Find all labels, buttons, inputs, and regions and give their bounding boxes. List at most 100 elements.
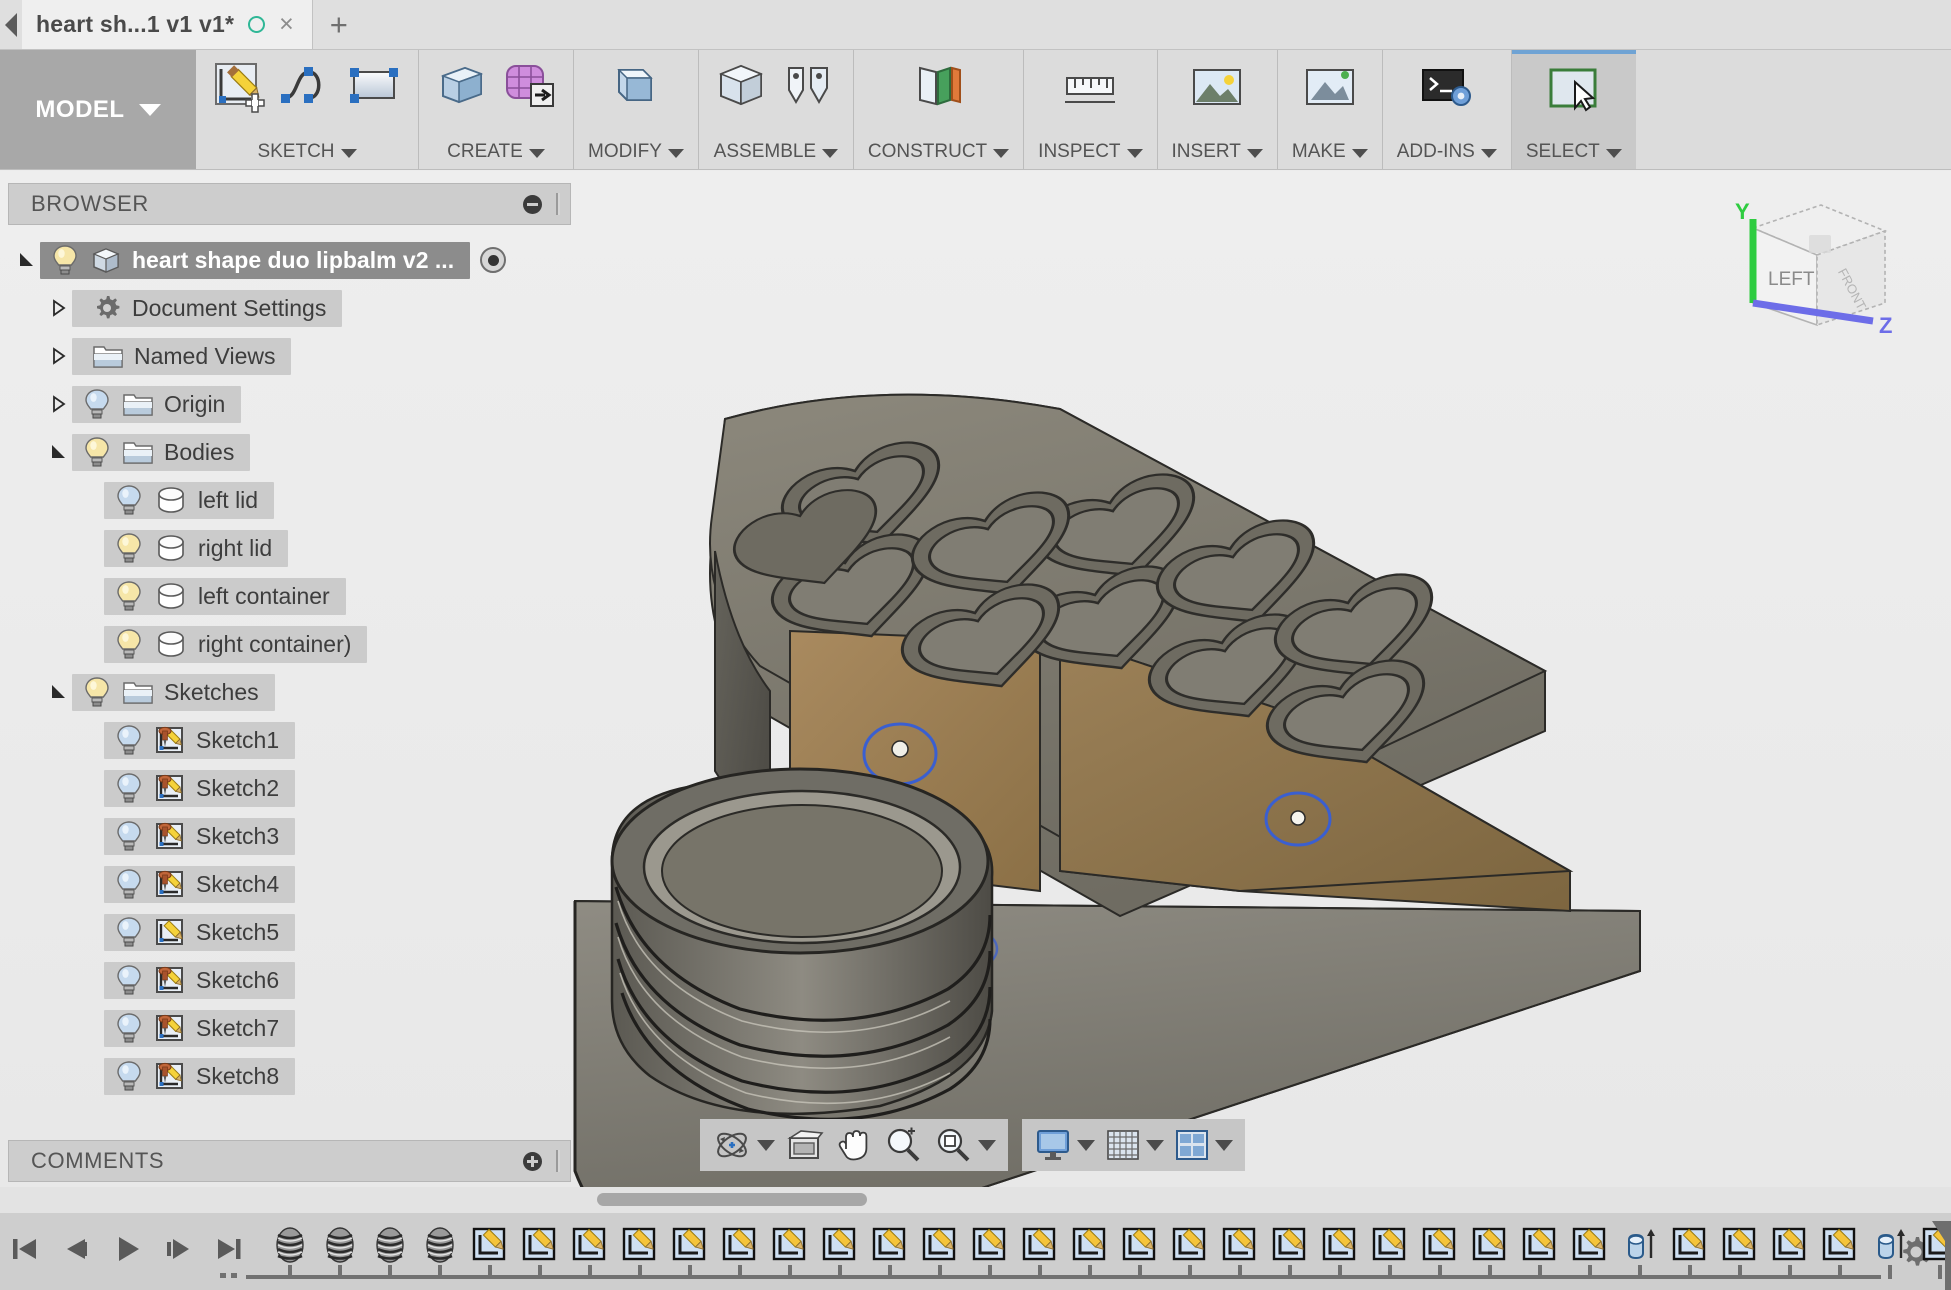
tree-expander-expanded-icon[interactable] bbox=[14, 250, 40, 270]
ribbon-label-insert[interactable]: INSERT bbox=[1158, 139, 1277, 165]
chevron-down-icon[interactable] bbox=[1215, 1139, 1233, 1151]
tree-item-sketch4[interactable]: Sketch4 bbox=[104, 865, 296, 903]
visibility-bulb-icon[interactable] bbox=[114, 580, 144, 612]
go-to-beginning-icon[interactable] bbox=[8, 1232, 42, 1271]
timeline-feature-sketch[interactable] bbox=[1118, 1223, 1161, 1267]
play-icon[interactable] bbox=[110, 1232, 144, 1271]
ribbon-label-assemble[interactable]: ASSEMBLE bbox=[699, 139, 853, 165]
new-tab-button[interactable]: + bbox=[313, 0, 365, 49]
tree-item-origin[interactable]: Origin bbox=[72, 385, 242, 423]
pan-icon[interactable] bbox=[835, 1125, 873, 1165]
press-pull-icon[interactable] bbox=[605, 56, 667, 118]
timeline-feature-sketch[interactable] bbox=[1468, 1223, 1511, 1267]
chevron-down-icon[interactable] bbox=[1146, 1139, 1164, 1151]
tree-row[interactable]: Sketch1 bbox=[8, 716, 571, 764]
tree-row[interactable]: Sketch8 bbox=[8, 1052, 571, 1100]
timeline-feature-extrude[interactable] bbox=[1618, 1223, 1661, 1267]
active-component-radio[interactable] bbox=[480, 247, 507, 273]
spline-icon[interactable] bbox=[276, 56, 338, 118]
timeline-feature-sketch[interactable] bbox=[1268, 1223, 1311, 1267]
chevron-down-icon[interactable] bbox=[978, 1139, 996, 1151]
visibility-bulb-icon[interactable] bbox=[114, 772, 144, 804]
ribbon-label-select[interactable]: SELECT bbox=[1512, 139, 1636, 165]
offset-plane-icon[interactable] bbox=[908, 56, 970, 118]
timeline-feature-sketch[interactable] bbox=[968, 1223, 1011, 1267]
new-component-icon[interactable] bbox=[711, 56, 773, 118]
tree-item-bodies[interactable]: Bodies bbox=[72, 433, 251, 471]
tree-item-left-container[interactable]: left container bbox=[104, 577, 346, 615]
panel-resize-grip[interactable] bbox=[556, 193, 560, 215]
timeline-feature-sketch[interactable] bbox=[1168, 1223, 1211, 1267]
tree-item-sketch3[interactable]: Sketch3 bbox=[104, 817, 296, 855]
timeline-feature-sketch[interactable] bbox=[568, 1223, 611, 1267]
visibility-bulb-icon[interactable] bbox=[82, 436, 112, 468]
tree-row[interactable]: Origin bbox=[8, 380, 571, 428]
timeline-feature-coil[interactable] bbox=[268, 1223, 311, 1267]
grid-snap-icon[interactable] bbox=[1105, 1128, 1164, 1162]
document-tab[interactable]: heart sh...1 v1 v1* × bbox=[22, 0, 313, 49]
timeline-feature-sketch[interactable] bbox=[1418, 1223, 1461, 1267]
tree-item-sketch7[interactable]: Sketch7 bbox=[104, 1009, 296, 1047]
ribbon-label-construct[interactable]: CONSTRUCT bbox=[854, 139, 1023, 165]
extrude-icon[interactable] bbox=[431, 56, 493, 118]
tree-row[interactable]: left container bbox=[8, 572, 571, 620]
tree-item-right-lid[interactable]: right lid bbox=[104, 529, 289, 567]
timeline-feature-sketch[interactable] bbox=[868, 1223, 911, 1267]
tree-row[interactable]: right container) bbox=[8, 620, 571, 668]
tree-row[interactable]: right lid bbox=[8, 524, 571, 572]
view-cube[interactable]: LEFT FRONT Y Z bbox=[1713, 193, 1913, 353]
tree-row[interactable]: Bodies bbox=[8, 428, 571, 476]
visibility-bulb-icon[interactable] bbox=[82, 388, 112, 420]
timeline-feature-sketch[interactable] bbox=[668, 1223, 711, 1267]
visibility-bulb-icon[interactable] bbox=[114, 1060, 144, 1092]
timeline-feature-sketch[interactable] bbox=[1018, 1223, 1061, 1267]
ribbon-label-make[interactable]: MAKE bbox=[1278, 139, 1382, 165]
close-icon[interactable]: × bbox=[279, 12, 294, 37]
visibility-bulb-icon[interactable] bbox=[114, 484, 144, 516]
workspace-selector[interactable]: MODEL bbox=[0, 50, 196, 169]
rectangle-icon[interactable] bbox=[344, 56, 406, 118]
tree-expander-expanded-icon[interactable] bbox=[49, 682, 69, 702]
tree-item-sketches[interactable]: Sketches bbox=[72, 673, 275, 711]
timeline-feature-sketch[interactable] bbox=[768, 1223, 811, 1267]
scrollbar-thumb[interactable] bbox=[597, 1193, 867, 1206]
tree-item-sketch6[interactable]: Sketch6 bbox=[104, 961, 296, 999]
tree-row[interactable]: Named Views bbox=[8, 332, 571, 380]
timeline-feature-sketch[interactable] bbox=[1368, 1223, 1411, 1267]
visibility-bulb-icon[interactable] bbox=[114, 628, 144, 660]
ribbon-label-inspect[interactable]: INSPECT bbox=[1024, 139, 1156, 165]
ribbon-label-modify[interactable]: MODIFY bbox=[574, 139, 698, 165]
visibility-bulb-icon[interactable] bbox=[114, 532, 144, 564]
go-to-end-icon[interactable] bbox=[212, 1232, 246, 1271]
timeline-feature-sketch[interactable] bbox=[918, 1223, 961, 1267]
timeline-feature-sketch[interactable] bbox=[1068, 1223, 1111, 1267]
step-back-icon[interactable] bbox=[59, 1232, 93, 1271]
tree-row[interactable]: left lid bbox=[8, 476, 571, 524]
timeline-feature-sketch[interactable] bbox=[1668, 1223, 1711, 1267]
tree-expander-expanded-icon[interactable] bbox=[49, 442, 69, 462]
timeline-track[interactable] bbox=[220, 1213, 1951, 1290]
timeline-feature-sketch[interactable] bbox=[468, 1223, 511, 1267]
tab-scroll-left-arrow[interactable] bbox=[0, 0, 22, 49]
create-sketch-icon[interactable] bbox=[208, 56, 270, 118]
joint-icon[interactable] bbox=[779, 56, 841, 118]
timeline-feature-sketch[interactable] bbox=[1818, 1223, 1861, 1267]
timeline-feature-sketch[interactable] bbox=[1318, 1223, 1361, 1267]
tree-item-sketch2[interactable]: Sketch2 bbox=[104, 769, 296, 807]
visibility-bulb-icon[interactable] bbox=[114, 820, 144, 852]
viewports-icon[interactable] bbox=[1174, 1128, 1233, 1162]
timeline-feature-sketch[interactable] bbox=[1768, 1223, 1811, 1267]
look-at-icon[interactable] bbox=[785, 1126, 825, 1164]
create-form-icon[interactable] bbox=[499, 56, 561, 118]
zoom-window-icon[interactable] bbox=[933, 1125, 996, 1165]
visibility-bulb-icon[interactable] bbox=[82, 676, 112, 708]
step-forward-icon[interactable] bbox=[161, 1232, 195, 1271]
timeline-feature-sketch[interactable] bbox=[1568, 1223, 1611, 1267]
tree-item-sketch5[interactable]: Sketch5 bbox=[104, 913, 296, 951]
visibility-bulb-icon[interactable] bbox=[114, 964, 144, 996]
chevron-down-icon[interactable] bbox=[757, 1139, 775, 1151]
browser-header[interactable]: BROWSER bbox=[8, 183, 571, 225]
measure-icon[interactable] bbox=[1059, 56, 1121, 118]
tree-expander-collapsed-icon[interactable] bbox=[49, 298, 69, 318]
timeline-feature-coil[interactable] bbox=[368, 1223, 411, 1267]
